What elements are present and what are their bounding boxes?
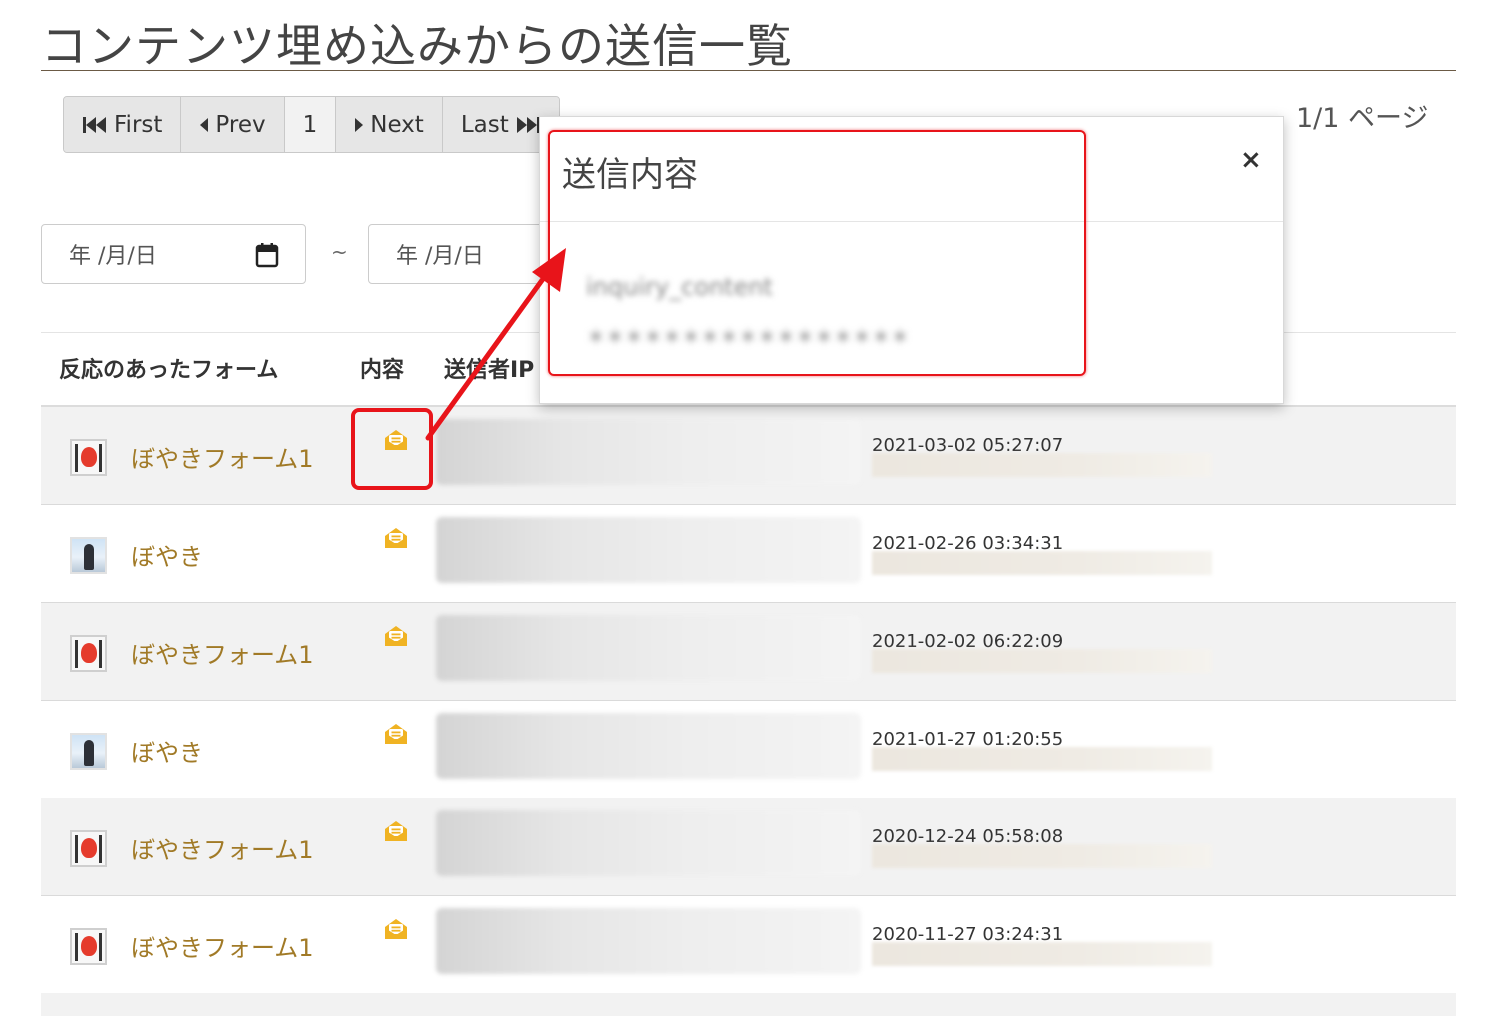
date-to-input[interactable]: 年 /月/日 (368, 224, 568, 284)
column-header-content: 内容 (360, 358, 405, 383)
next-page-button[interactable]: Next (336, 97, 443, 152)
date-from-placeholder: 年 /月/日 (69, 244, 157, 269)
title-divider (41, 70, 1456, 71)
form-name-link[interactable]: ぼやきフォーム1 (131, 439, 314, 474)
table-row-partial (41, 993, 1456, 1016)
sender-ip-redacted (436, 615, 861, 681)
mail-open-icon[interactable] (383, 623, 409, 649)
pagination: First Prev 1 Next Last (63, 96, 560, 153)
sender-ip-redacted (436, 419, 861, 485)
form-avatar (70, 537, 107, 574)
highlight-box-modal (548, 130, 1086, 376)
page-count: 1/1 ページ (1296, 103, 1429, 134)
submission-extra-redacted (872, 747, 1212, 771)
submission-extra-redacted (872, 649, 1212, 673)
form-avatar (70, 830, 107, 867)
table-row: ぼやき 2021-02-26 03:34:31 (41, 505, 1456, 603)
sender-ip-redacted (436, 810, 861, 876)
page-number-label: 1 (302, 111, 318, 138)
next-icon (355, 117, 364, 132)
column-header-form: 反応のあったフォーム (59, 358, 279, 383)
mail-open-icon[interactable] (383, 721, 409, 747)
form-avatar (70, 439, 107, 476)
first-page-button[interactable]: First (64, 97, 182, 152)
last-page-label: Last (460, 111, 509, 138)
table-row: ぼやきフォーム1 2020-11-27 03:24:31 (41, 896, 1456, 994)
close-icon[interactable]: × (1240, 145, 1262, 175)
first-page-label: First (114, 111, 163, 138)
form-name-link[interactable]: ぼやき (131, 537, 203, 572)
date-to-placeholder: 年 /月/日 (396, 244, 484, 269)
prev-icon (200, 117, 209, 132)
next-page-label: Next (370, 111, 424, 138)
highlight-box-content-icon (351, 408, 433, 490)
page-number-button[interactable]: 1 (284, 97, 337, 152)
form-name-link[interactable]: ぼやきフォーム1 (131, 830, 314, 865)
sender-ip-redacted (436, 908, 861, 974)
column-header-sender-ip: 送信者IP (444, 358, 535, 383)
form-avatar (70, 733, 107, 770)
table-row: ぼやき 2021-01-27 01:20:55 (41, 701, 1456, 799)
table-row: ぼやきフォーム1 2021-02-02 06:22:09 (41, 603, 1456, 701)
sender-ip-redacted (436, 713, 861, 779)
mail-open-icon[interactable] (383, 818, 409, 844)
submission-extra-redacted (872, 551, 1212, 575)
calendar-icon[interactable] (255, 242, 279, 268)
mail-open-icon[interactable] (383, 525, 409, 551)
table-row: ぼやきフォーム1 2020-12-24 05:58:08 (41, 798, 1456, 896)
table-row: ぼやきフォーム1 2021-03-02 05:27:07 (41, 407, 1456, 505)
date-range-separator: ~ (331, 240, 348, 264)
form-avatar (70, 928, 107, 965)
date-from-input[interactable]: 年 /月/日 (41, 224, 306, 284)
prev-page-label: Prev (215, 111, 266, 138)
sender-ip-redacted (436, 517, 861, 583)
prev-page-button[interactable]: Prev (181, 97, 285, 152)
form-name-link[interactable]: ぼやきフォーム1 (131, 928, 314, 963)
submission-extra-redacted (872, 844, 1212, 868)
mail-open-icon[interactable] (383, 916, 409, 942)
form-avatar (70, 635, 107, 672)
submission-extra-redacted (872, 942, 1212, 966)
last-page-icon (516, 116, 540, 133)
form-name-link[interactable]: ぼやき (131, 733, 203, 768)
page-title: コンテンツ埋め込みからの送信一覧 (41, 19, 793, 73)
first-page-icon (83, 116, 106, 133)
form-name-link[interactable]: ぼやきフォーム1 (131, 635, 314, 670)
submission-extra-redacted (872, 453, 1212, 477)
